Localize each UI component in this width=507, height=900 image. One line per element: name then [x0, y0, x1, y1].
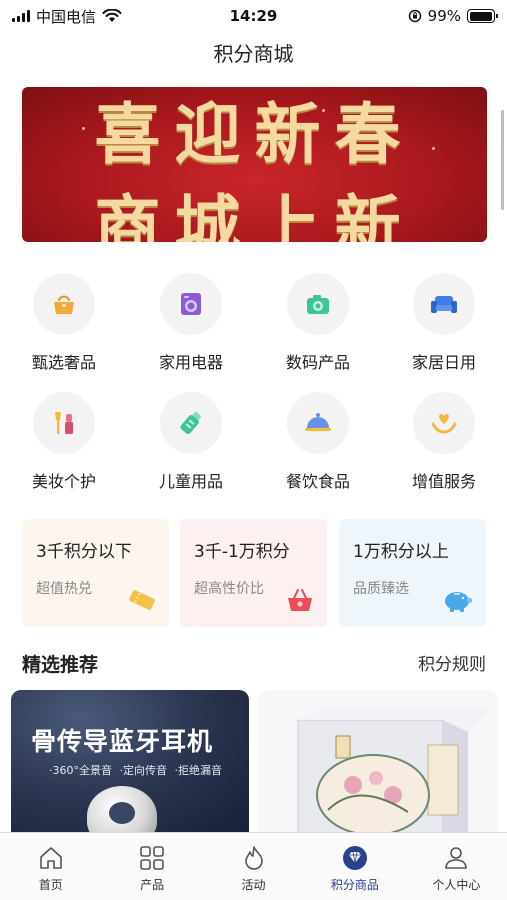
signal-icon [12, 10, 30, 22]
category-beauty[interactable]: 美妆个护 [9, 392, 119, 492]
page-title: 积分商城 [213, 42, 294, 66]
battery-percent: 99% [427, 7, 461, 25]
product-subtitle: ·360°全景音 ·定向传音 ·拒绝漏音 [49, 764, 222, 777]
category-icon-wrap [413, 273, 475, 335]
scroll-indicator[interactable] [501, 110, 504, 210]
category-label: 家用电器 [158, 353, 223, 372]
grid-icon [140, 846, 164, 870]
points-tier-title: 3千-1万积分 [194, 542, 290, 562]
tab-label: 产品 [140, 878, 165, 892]
tab-products[interactable]: 产品 [101, 833, 202, 900]
category-services[interactable]: 增值服务 [389, 392, 499, 492]
points-tier-title: 3千积分以下 [36, 542, 132, 562]
points-tier-high[interactable]: 1万积分以上 品质臻选 [339, 519, 486, 627]
flame-icon [244, 846, 263, 870]
heart-hands-icon [431, 414, 457, 434]
tab-profile[interactable]: 个人中心 [406, 833, 507, 900]
tab-points-products[interactable]: 积分商品 [304, 833, 405, 900]
promo-banner[interactable]: 喜迎新春 商城上新 [22, 87, 487, 242]
makeup-icon [55, 412, 73, 434]
banner-headline: 喜迎新春 [94, 95, 415, 173]
tab-label: 首页 [38, 878, 63, 892]
orientation-lock-icon [408, 9, 421, 23]
category-icon-wrap [160, 273, 222, 335]
category-luxury[interactable]: 甄选奢品 [9, 273, 119, 373]
bottom-tab-bar: 首页 产品 活动 积分商品 个人中心 [0, 832, 507, 900]
category-kids[interactable]: 儿童用品 [136, 392, 246, 492]
category-label: 美妆个护 [31, 472, 96, 491]
tab-label: 活动 [241, 878, 266, 892]
category-icon-wrap [33, 273, 95, 335]
home-icon [39, 847, 62, 869]
status-right: 99% [408, 7, 498, 25]
section-title: 精选推荐 [22, 654, 99, 676]
tab-activities[interactable]: 活动 [203, 833, 304, 900]
category-icon-wrap [287, 392, 349, 454]
category-label: 儿童用品 [158, 472, 223, 491]
product-title: 骨传导蓝牙耳机 [31, 727, 214, 756]
points-tier-mid[interactable]: 3千-1万积分 超高性价比 [180, 519, 327, 627]
category-icon-wrap [413, 392, 475, 454]
tab-label: 积分商品 [330, 878, 379, 892]
category-icon-wrap [287, 273, 349, 335]
wifi-icon [102, 9, 122, 22]
points-tier-title: 1万积分以上 [353, 542, 449, 562]
product-card[interactable] [258, 690, 498, 832]
user-icon [445, 847, 468, 869]
category-appliances[interactable]: 家用电器 [136, 273, 246, 373]
category-label: 数码产品 [285, 353, 350, 372]
camera-icon [307, 295, 329, 314]
category-icon-wrap [160, 392, 222, 454]
points-rules-link[interactable]: 积分规则 [418, 650, 486, 675]
baby-bottle-icon [180, 412, 201, 435]
battery-icon [467, 9, 498, 23]
points-tier-low[interactable]: 3千积分以下 超值热兑 [22, 519, 169, 627]
status-left: 中国电信 [12, 6, 408, 27]
earphone-image [87, 786, 157, 832]
product-card[interactable]: 骨传导蓝牙耳机 ·360°全景音 ·定向传音 ·拒绝漏音 [11, 690, 249, 832]
status-bar: 中国电信 14:29 99% [0, 0, 507, 32]
basket-icon [288, 589, 312, 611]
tab-label: 个人中心 [432, 878, 481, 892]
tab-home[interactable]: 首页 [0, 833, 101, 900]
category-home[interactable]: 家居日用 [389, 273, 499, 373]
sofa-icon [431, 296, 457, 313]
gift-box-image [297, 708, 493, 832]
carrier-name: 中国电信 [36, 7, 97, 26]
category-digital[interactable]: 数码产品 [263, 273, 373, 373]
category-label: 家居日用 [411, 353, 476, 372]
handbag-icon [54, 295, 74, 314]
category-icon-wrap [33, 392, 95, 454]
category-food[interactable]: 餐饮食品 [263, 392, 373, 492]
washing-machine-icon [181, 293, 201, 315]
diamond-icon [342, 846, 367, 870]
category-label: 增值服务 [411, 472, 476, 491]
ticket-icon [129, 590, 155, 610]
piggy-bank-icon [445, 592, 472, 612]
category-label: 甄选奢品 [31, 353, 96, 372]
banner-subheadline: 商城上新 [94, 187, 415, 242]
food-cloche-icon [305, 413, 331, 431]
battery-level [469, 11, 493, 21]
category-label: 餐饮食品 [285, 472, 350, 491]
